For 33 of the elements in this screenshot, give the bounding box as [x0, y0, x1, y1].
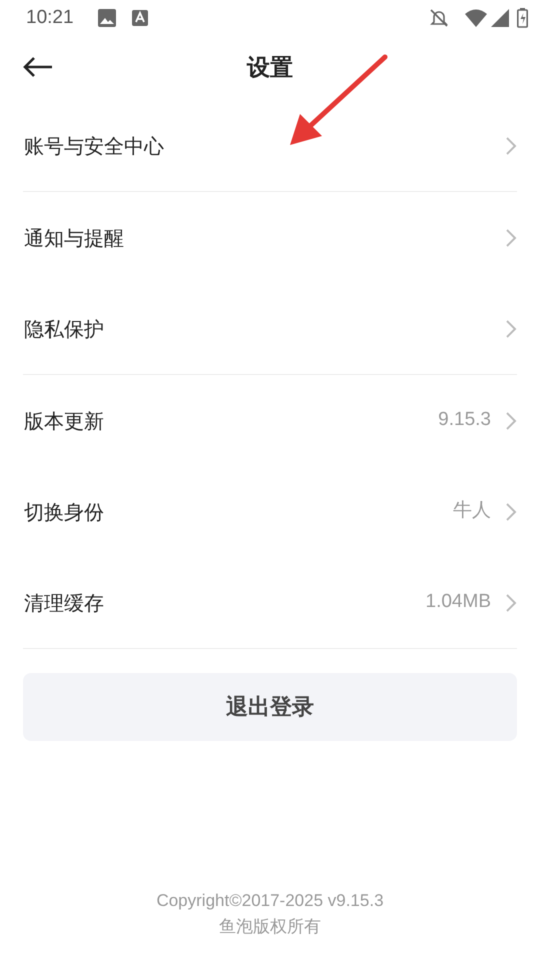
row-value: 9.15.3	[438, 408, 491, 432]
settings-row[interactable]: 隐私保护	[0, 283, 540, 374]
row-label: 切换身份	[24, 498, 104, 526]
settings-row[interactable]: 清理缓存 1.04MB	[0, 557, 540, 648]
page-title: 设置	[247, 54, 293, 83]
settings-row[interactable]: 账号与安全中心	[0, 100, 540, 191]
logout-button[interactable]: 退出登录	[23, 673, 517, 741]
chevron-icon	[505, 410, 517, 430]
bell-muted-icon	[429, 8, 449, 28]
font-icon	[132, 10, 148, 26]
row-label: 账号与安全中心	[24, 132, 164, 160]
image-icon	[98, 9, 116, 27]
chevron-icon	[505, 136, 517, 156]
back-button[interactable]	[22, 54, 54, 78]
row-label: 版本更新	[24, 408, 104, 434]
row-label: 隐私保护	[24, 316, 104, 342]
row-value: 牛人	[453, 499, 491, 524]
footer-text: Copyright©2017-2025 v9.15.3	[155, 890, 385, 912]
chevron-icon	[505, 592, 517, 612]
settings-row[interactable]: 通知与提醒	[0, 192, 540, 283]
row-value: 1.04MB	[426, 590, 491, 614]
battery-icon	[517, 8, 528, 28]
settings-row[interactable]: 版本更新 9.15.3	[0, 375, 540, 466]
row-label: 通知与提醒	[24, 224, 124, 252]
chevron-icon	[505, 502, 517, 522]
settings-row[interactable]: 切换身份 牛人	[0, 466, 540, 557]
row-label: 清理缓存	[24, 590, 104, 616]
chevron-icon	[505, 228, 517, 248]
footer-text: 鱼泡版权所有	[218, 916, 322, 938]
signal-icon	[491, 9, 509, 27]
status-time: 10:21	[26, 6, 74, 30]
chevron-icon	[505, 318, 517, 338]
wifi-icon	[465, 9, 487, 27]
